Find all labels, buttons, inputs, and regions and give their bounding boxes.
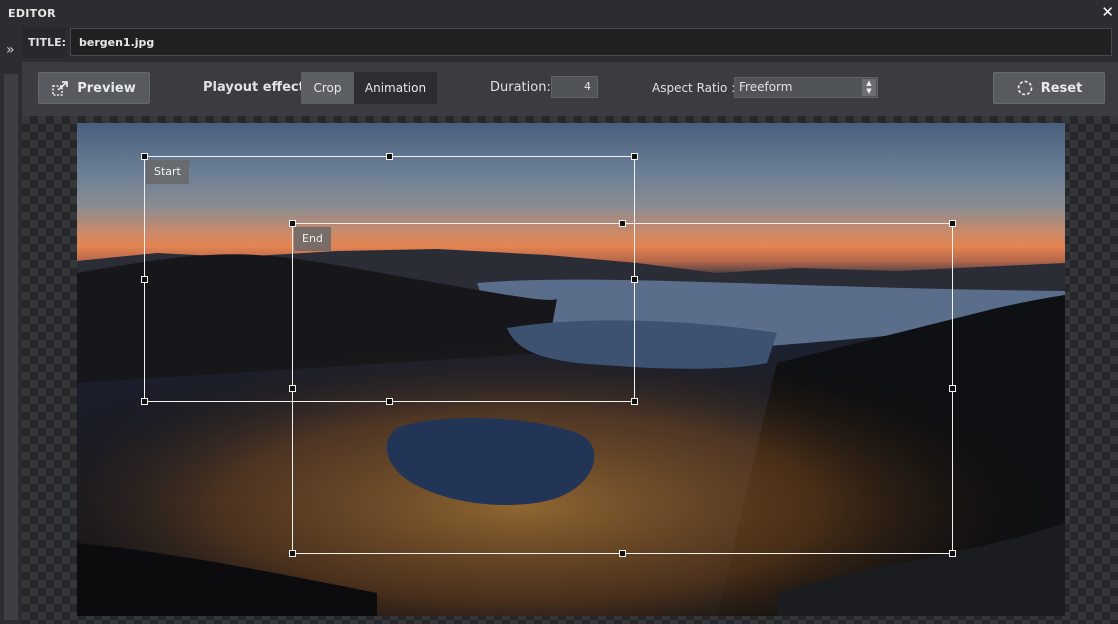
reset-label: Reset — [1040, 80, 1083, 96]
end-handle-top-center[interactable] — [619, 220, 626, 227]
left-rail: » — [0, 28, 22, 624]
aspect-ratio-value: Freeform — [739, 80, 793, 94]
start-handle-middle-right[interactable] — [631, 276, 638, 283]
start-handle-top-right[interactable] — [631, 153, 638, 160]
start-handle-top-center[interactable] — [386, 153, 393, 160]
toolbar: Preview Playout effect: Crop Animation D… — [22, 62, 1118, 116]
reset-button[interactable]: Reset — [993, 72, 1105, 104]
end-label: End — [294, 227, 331, 251]
duration-label: Duration: — [490, 80, 551, 95]
expand-chevron-icon[interactable]: » — [6, 42, 15, 58]
start-handle-bottom-right[interactable] — [631, 398, 638, 405]
title-input[interactable]: bergen1.jpg — [70, 28, 1112, 56]
end-handle-bottom-left[interactable] — [289, 550, 296, 557]
reset-icon — [1017, 80, 1033, 96]
end-crop-box[interactable] — [292, 223, 953, 554]
start-handle-bottom-center[interactable] — [386, 398, 393, 405]
end-handle-top-left[interactable] — [289, 220, 296, 227]
animation-toggle[interactable]: Animation — [354, 72, 437, 104]
title-label: TITLE: — [22, 28, 66, 58]
preview-label: Preview — [77, 80, 136, 96]
end-handle-middle-right[interactable] — [949, 385, 956, 392]
start-label: Start — [146, 160, 189, 184]
playout-effect-label: Playout effect: — [203, 80, 311, 95]
start-handle-middle-left[interactable] — [141, 276, 148, 283]
editor-title: EDITOR — [8, 7, 56, 20]
end-handle-top-right[interactable] — [949, 220, 956, 227]
editor-header: EDITOR ✕ — [0, 0, 1118, 28]
end-handle-middle-left[interactable] — [289, 385, 296, 392]
crop-toggle[interactable]: Crop — [301, 72, 354, 104]
preview-icon — [52, 81, 69, 96]
start-handle-top-left[interactable] — [141, 153, 148, 160]
close-icon[interactable]: ✕ — [1101, 4, 1114, 20]
preview-button[interactable]: Preview — [38, 72, 150, 104]
aspect-ratio-label: Aspect Ratio : — [652, 81, 736, 95]
start-handle-bottom-left[interactable] — [141, 398, 148, 405]
end-handle-bottom-center[interactable] — [619, 550, 626, 557]
duration-input[interactable]: 4 — [551, 76, 598, 98]
aspect-ratio-select[interactable]: Freeform ▲ ▼ — [734, 77, 878, 98]
title-row: TITLE: bergen1.jpg — [22, 28, 1118, 58]
vertical-scrollbar[interactable] — [4, 74, 18, 620]
select-arrows-icon: ▲ ▼ — [862, 79, 876, 96]
end-handle-bottom-right[interactable] — [949, 550, 956, 557]
